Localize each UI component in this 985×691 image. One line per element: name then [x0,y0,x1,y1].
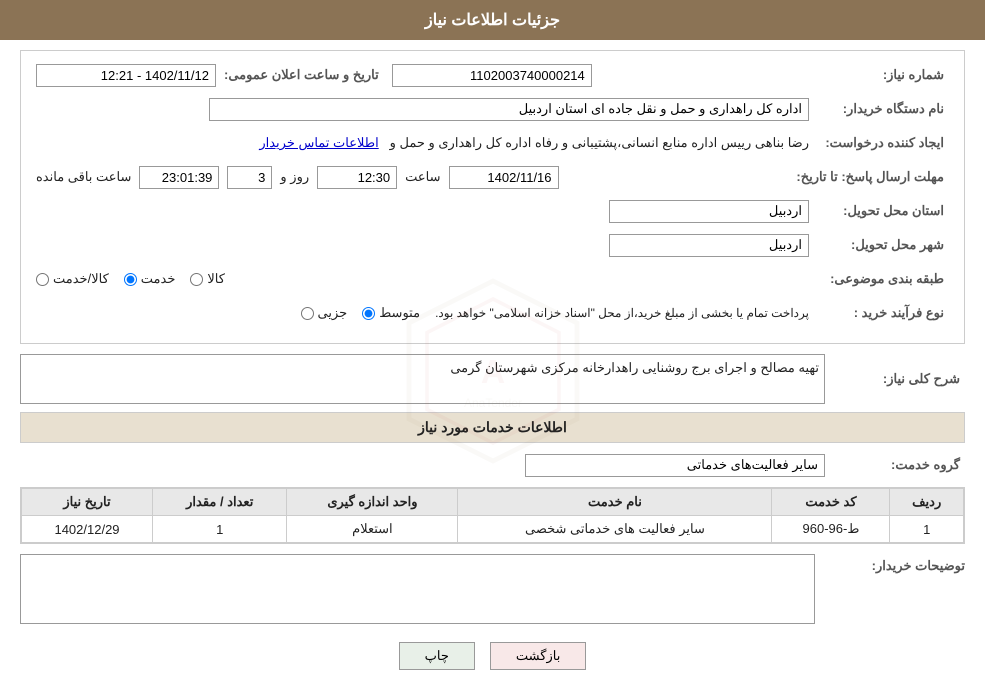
reply-time-label: ساعت [405,169,440,185]
cell-service-name: سایر فعالیت های خدماتی شخصی [458,516,772,543]
motavaset-radio[interactable] [362,307,375,320]
table-row: 1 ط-96-960 سایر فعالیت های خدماتی شخصی ا… [22,516,964,543]
cell-need-date: 1402/12/29 [22,516,153,543]
reply-day-label: روز و [280,169,309,185]
requester-contact-link[interactable]: اطلاعات تماس خریدار [259,135,378,150]
col-unit: واحد اندازه گیری [287,489,458,516]
service-group-label: گروه خدمت: [825,457,965,473]
reply-remaining-label: ساعت باقی مانده [36,169,131,185]
col-service-code: کد خدمت [772,489,890,516]
purchase-type-label: نوع فرآیند خرید : [809,305,949,321]
buyer-description-box [20,554,815,627]
col-quantity: تعداد / مقدار [153,489,287,516]
row-reply-deadline: مهلت ارسال پاسخ: تا تاریخ: ساعت روز و سا… [36,163,949,191]
kala-radio[interactable] [190,273,203,286]
delivery-province-value [36,200,809,223]
service-group-value [20,454,825,477]
buyer-org-value [36,98,809,121]
row-need-number: شماره نیاز: تاریخ و ساعت اعلان عمومی: [36,61,949,89]
row-requester: ایجاد کننده درخواست: رضا بناهی رییس ادار… [36,129,949,157]
buyer-org-input[interactable] [209,98,809,121]
khedmat-radio[interactable] [124,273,137,286]
col-service-name: نام خدمت [458,489,772,516]
subject-category-label: طبقه بندی موضوعی: [809,271,949,287]
delivery-city-label: شهر محل تحویل: [809,237,949,253]
need-number-value: تاریخ و ساعت اعلان عمومی: [36,64,809,87]
motavaset-label: متوسط [379,305,420,321]
cell-unit: استعلام [287,516,458,543]
buyer-org-label: نام دستگاه خریدار: [809,101,949,117]
reply-remaining-input[interactable] [139,166,219,189]
cell-row-num: 1 [890,516,964,543]
col-need-date: تاریخ نیاز [22,489,153,516]
reply-date-input[interactable] [449,166,559,189]
kala-label: کالا [207,271,225,287]
print-button[interactable]: چاپ [399,642,475,670]
row-purchase-type: نوع فرآیند خرید : پرداخت تمام یا بخشی از… [36,299,949,327]
requester-text: رضا بناهی رییس اداره منابع انسانی،پشتیبا… [390,135,809,150]
buttons-row: بازگشت چاپ [20,642,965,670]
delivery-province-label: استان محل تحویل: [809,203,949,219]
row-buyer-org: نام دستگاه خریدار: [36,95,949,123]
requester-value: رضا بناهی رییس اداره منابع انسانی،پشتیبا… [36,135,809,151]
row-subject-category: طبقه بندی موضوعی: کالا خدمت کالا/خدمت [36,265,949,293]
kala-khedmat-label: کالا/خدمت [53,271,109,287]
page-header: جزئیات اطلاعات نیاز [0,0,985,40]
need-number-label: شماره نیاز: [809,67,949,83]
delivery-province-input[interactable] [609,200,809,223]
need-description-value: تهیه مصالح و اجرای برج روشنایی راهدارخان… [20,354,825,404]
purchase-note-text: پرداخت تمام یا بخشی از مبلغ خرید،از محل … [435,306,809,320]
delivery-city-value [36,234,809,257]
radio-jozii[interactable]: جزیی [301,305,348,321]
jozii-radio[interactable] [301,307,314,320]
cell-quantity: 1 [153,516,287,543]
need-description-label: شرح کلی نیاز: [825,371,965,387]
row-service-group: گروه خدمت: [20,451,965,479]
radio-kala-khedmat[interactable]: کالا/خدمت [36,271,109,287]
buyer-description-label: توضیحات خریدار: [825,554,965,574]
radio-khedmat[interactable]: خدمت [124,271,176,287]
col-row-num: ردیف [890,489,964,516]
need-number-input[interactable] [392,64,592,87]
khedmat-label: خدمت [141,271,176,287]
back-button[interactable]: بازگشت [490,642,586,670]
need-description-box: تهیه مصالح و اجرای برج روشنایی راهدارخان… [20,354,825,404]
jozii-label: جزیی [318,305,348,321]
radio-kala[interactable]: کالا [190,271,225,287]
announce-datetime-input[interactable] [36,64,216,87]
service-group-input[interactable] [525,454,825,477]
cell-service-code: ط-96-960 [772,516,890,543]
kala-khedmat-radio[interactable] [36,273,49,286]
reply-deadline-label: مهلت ارسال پاسخ: تا تاریخ: [796,169,949,185]
subject-radio-group: کالا خدمت کالا/خدمت [36,271,809,287]
services-section-title: اطلاعات خدمات مورد نیاز [20,412,965,443]
announce-datetime-label: تاریخ و ساعت اعلان عمومی: [224,67,384,83]
reply-days-input[interactable] [227,166,272,189]
table-header-row: ردیف کد خدمت نام خدمت واحد اندازه گیری ت… [22,489,964,516]
buyer-description-section: توضیحات خریدار: [20,554,965,627]
main-form: شماره نیاز: تاریخ و ساعت اعلان عمومی: نا… [20,50,965,344]
buyer-description-textarea[interactable] [20,554,815,624]
delivery-city-input[interactable] [609,234,809,257]
row-delivery-city: شهر محل تحویل: [36,231,949,259]
reply-time-input[interactable] [317,166,397,189]
row-delivery-province: استان محل تحویل: [36,197,949,225]
purchase-type-value: پرداخت تمام یا بخشی از مبلغ خرید،از محل … [36,305,809,321]
radio-motavaset[interactable]: متوسط [362,305,420,321]
requester-label: ایجاد کننده درخواست: [809,135,949,151]
row-need-description: شرح کلی نیاز: تهیه مصالح و اجرای برج روش… [20,354,965,404]
reply-deadline-value: ساعت روز و ساعت باقی مانده [36,166,796,189]
services-table: ردیف کد خدمت نام خدمت واحد اندازه گیری ت… [21,488,964,543]
services-table-wrapper: ردیف کد خدمت نام خدمت واحد اندازه گیری ت… [20,487,965,544]
